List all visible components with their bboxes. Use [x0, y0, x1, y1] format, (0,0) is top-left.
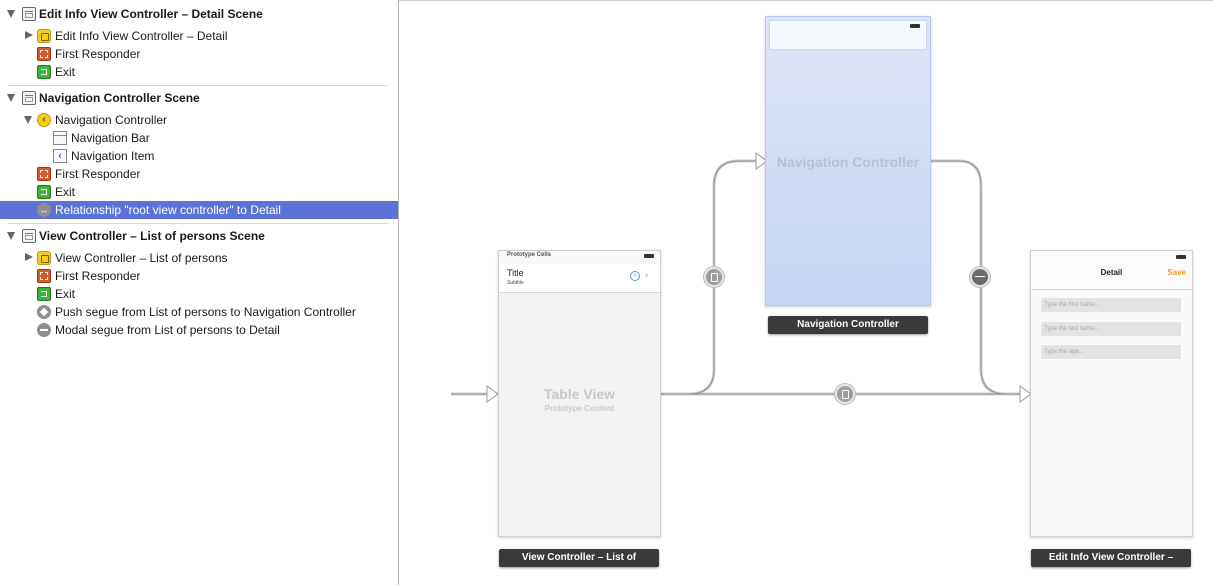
push-segue-icon: [37, 305, 51, 319]
outline-item-label: Exit: [55, 287, 76, 301]
navigation-bar-icon: [53, 131, 67, 145]
outline-item-label: Edit Info View Controller – Detail: [55, 29, 228, 43]
scene-title: View Controller – List of persons Scene: [39, 229, 265, 243]
outline-item-modal-segue[interactable]: Modal segue from List of persons to Deta…: [0, 321, 398, 339]
battery-icon: [910, 24, 920, 28]
outline-item-first-responder[interactable]: First Responder: [0, 45, 398, 63]
disclosure-collapsed-icon[interactable]: [25, 253, 33, 261]
view-controller-icon: [37, 29, 51, 43]
table-view-placeholder: Table View: [543, 386, 616, 402]
document-outline: Edit Info View Controller – Detail Scene…: [0, 0, 399, 585]
outline-item-label: Push segue from List of persons to Navig…: [55, 305, 356, 319]
navigation-controller-scene[interactable]: Navigation Controller: [765, 16, 931, 306]
view-controller-icon: [37, 251, 51, 265]
navigation-controller-placeholder: Navigation Controller: [776, 154, 920, 170]
scene-title: Edit Info View Controller – Detail Scene: [39, 7, 263, 21]
outline-scene-navigation[interactable]: Navigation Controller Scene: [0, 89, 398, 107]
chevron-right-icon: ›: [645, 270, 649, 281]
outline-item-list-vc[interactable]: View Controller – List of persons: [0, 249, 398, 267]
outline-item-label: Navigation Controller: [55, 113, 168, 127]
entry-arrowhead: [486, 385, 499, 403]
outline-item-exit[interactable]: Exit: [0, 63, 398, 81]
detail-navigation-bar: Detail Save: [1031, 251, 1192, 290]
disclosure-expanded-icon[interactable]: [7, 232, 15, 240]
relationship-segue-icon: ↔: [37, 203, 51, 217]
exit-icon: [37, 65, 51, 79]
outline-item-label: First Responder: [55, 47, 141, 61]
divider: [8, 223, 388, 224]
navigation-bar: [769, 20, 927, 50]
relationship-segue-badge[interactable]: [970, 267, 990, 287]
battery-icon: [644, 254, 654, 258]
exit-icon: [37, 185, 51, 199]
outline-item-label: First Responder: [55, 269, 141, 283]
divider: [8, 85, 388, 86]
outline-item-exit[interactable]: Exit: [0, 285, 398, 303]
scene-icon: [22, 91, 36, 105]
outline-item-edit-info-vc[interactable]: Edit Info View Controller – Detail: [0, 27, 398, 45]
disclosure-expanded-icon[interactable]: [7, 94, 15, 102]
outline-item-label: Navigation Bar: [71, 131, 150, 145]
outline-item-navigation-controller[interactable]: ‹ Navigation Controller: [0, 111, 398, 129]
navigation-scene-label[interactable]: Navigation Controller: [768, 316, 928, 334]
prototype-cell[interactable]: Title Subtitle i ›: [499, 264, 660, 293]
cell-title: Title: [507, 268, 524, 278]
outline-item-label: Exit: [55, 65, 76, 79]
list-view-controller-scene[interactable]: Prototype Cells Title Subtitle i › Table…: [498, 250, 661, 537]
detail-view-controller-scene[interactable]: Detail Save Type the first name... Type …: [1030, 250, 1193, 537]
navigation-item-icon: ‹: [53, 149, 67, 163]
first-responder-icon: [37, 167, 51, 181]
age-field[interactable]: Type the age...: [1041, 345, 1181, 359]
outline-item-first-responder[interactable]: First Responder: [0, 165, 398, 183]
storyboard-canvas[interactable]: Prototype Cells Title Subtitle i › Table…: [399, 0, 1213, 585]
cell-subtitle: Subtitle: [507, 280, 524, 286]
prototype-cells-header: Prototype Cells: [499, 251, 660, 265]
modal-segue-icon: [37, 323, 51, 337]
scene-title: Navigation Controller Scene: [39, 91, 200, 105]
outline-item-label: Modal segue from List of persons to Deta…: [55, 323, 280, 337]
disclosure-expanded-icon[interactable]: [7, 10, 15, 18]
outline-item-navigation-item[interactable]: ‹ Navigation Item: [0, 147, 398, 165]
outline-item-relationship-segue[interactable]: ↔ Relationship "root view controller" to…: [0, 201, 398, 219]
modal-segue-badge[interactable]: [835, 384, 855, 404]
outline-item-label: Navigation Item: [71, 149, 155, 163]
outline-item-label: Relationship "root view controller" to D…: [55, 203, 281, 217]
outline-item-first-responder[interactable]: First Responder: [0, 267, 398, 285]
push-segue-badge[interactable]: [704, 267, 724, 287]
exit-icon: [37, 287, 51, 301]
outline-scene-edit-info[interactable]: Edit Info View Controller – Detail Scene: [0, 5, 398, 23]
list-scene-label[interactable]: View Controller – List of: [499, 549, 659, 567]
info-icon: i: [630, 271, 640, 281]
disclosure-collapsed-icon[interactable]: [25, 31, 33, 39]
outline-item-navigation-bar[interactable]: Navigation Bar: [0, 129, 398, 147]
scene-icon: [22, 229, 36, 243]
outline-item-push-segue[interactable]: Push segue from List of persons to Navig…: [0, 303, 398, 321]
outline-item-label: View Controller – List of persons: [55, 251, 228, 265]
first-responder-icon: [37, 47, 51, 61]
last-name-field[interactable]: Type the last name...: [1041, 322, 1181, 336]
navigation-controller-icon: ‹: [37, 113, 51, 127]
scene-icon: [22, 7, 36, 21]
disclosure-expanded-icon[interactable]: [24, 116, 32, 124]
save-button[interactable]: Save: [1167, 268, 1186, 277]
detail-scene-label[interactable]: Edit Info View Controller –: [1031, 549, 1191, 567]
outline-item-label: Exit: [55, 185, 76, 199]
battery-icon: [1176, 255, 1186, 259]
outline-item-label: First Responder: [55, 167, 141, 181]
prototype-content-placeholder: Prototype Content: [544, 404, 615, 413]
outline-item-exit[interactable]: Exit: [0, 183, 398, 201]
outline-scene-list-of-persons[interactable]: View Controller – List of persons Scene: [0, 227, 398, 245]
first-name-field[interactable]: Type the first name...: [1041, 298, 1181, 312]
first-responder-icon: [37, 269, 51, 283]
prototype-cells-label: Prototype Cells: [507, 252, 552, 258]
